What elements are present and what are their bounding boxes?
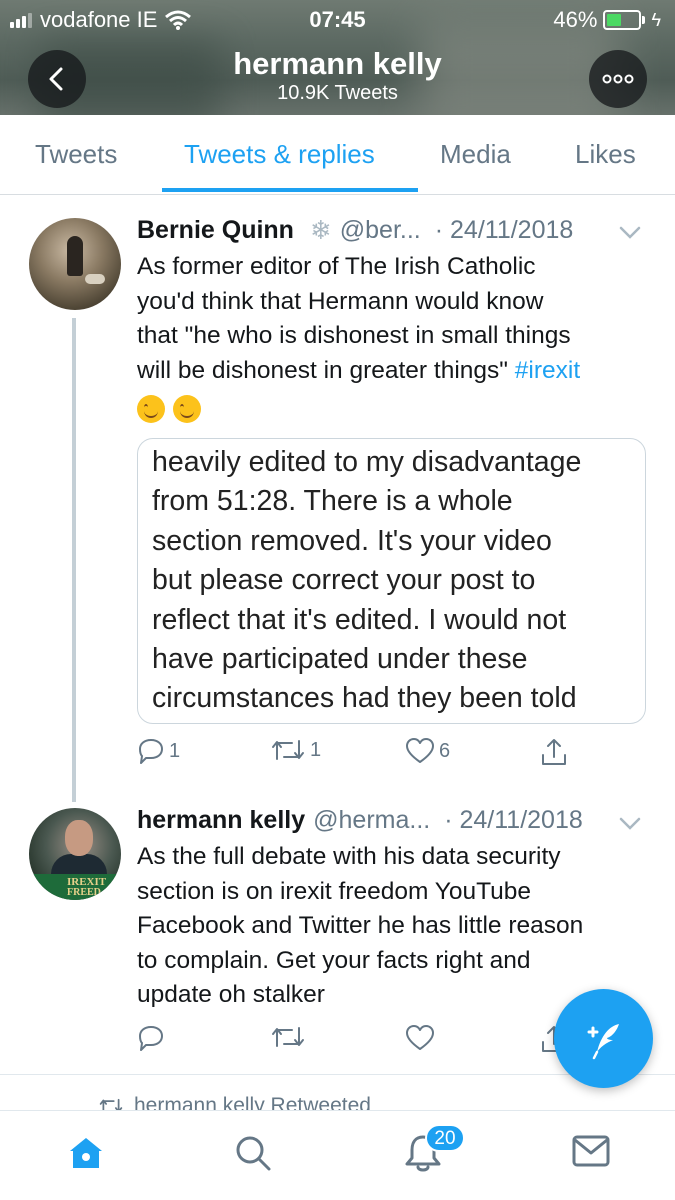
tab-likes[interactable]: Likes [575,139,636,170]
profile-header: vodafone IE 07:45 46% ϟ hermann kelly 10… [0,0,675,115]
heart-icon [406,1025,434,1050]
snowflake-icon: ❄ [309,215,332,245]
tweet-text-line: will be dishonest in greater things" #ir… [137,354,657,389]
tweet-text-line: As former editor of The Irish Catholic [137,253,536,280]
reply-button[interactable]: 1 [137,737,180,765]
chevron-down-icon[interactable] [619,220,641,246]
compose-tweet-button[interactable] [554,989,653,1088]
tweet-text-line: As the full debate with his data securit… [137,843,561,870]
retweet-icon [272,1027,304,1047]
quote-line: but please correct your post to [152,564,536,597]
tweet-actions: 1 1 6 [137,737,597,771]
tweet-count: 10.9K Tweets [277,82,398,104]
share-icon [542,739,566,765]
quote-line: reflect that it's edited. I would not [152,603,567,636]
quoted-image[interactable]: heavily edited to my disadvantage from 5… [137,438,646,724]
search-icon [236,1136,271,1171]
quote-line: have participated under these [152,643,528,676]
active-tab-indicator [162,188,418,192]
smiling-face-emoji [137,394,165,423]
tweet-header: hermann kelly @herma... · 24/11/2018 [137,806,583,835]
battery-status: 46% ϟ [553,7,661,33]
retweet-count: 1 [310,738,322,761]
author-handle[interactable]: @herma... [313,806,430,835]
mail-icon [572,1135,610,1167]
tab-tweets[interactable]: Tweets [35,139,117,170]
tweet-text-line: section is on irexit freedom YouTube [137,877,532,905]
more-button[interactable] [589,50,647,108]
nav-search[interactable] [233,1133,273,1178]
profile-name: hermann kelly [233,46,442,81]
emoji-line [137,388,657,424]
nav-messages[interactable] [571,1133,611,1174]
hashtag-link[interactable]: #irexit [515,357,580,384]
tweet-date: · 24/11/2018 [434,216,574,244]
profile-tabs: Tweets Tweets & replies Media Likes [0,115,675,195]
tweet-header: Bernie Quinn ❄ @ber... · 24/11/2018 [137,215,573,246]
quoted-image-text: heavily edited to my disadvantage from 5… [152,443,642,719]
quote-line: circumstances had they been told [152,682,577,715]
tweet-text-line: to complain. Get your facts right and [137,946,531,974]
tab-tweets-replies[interactable]: Tweets & replies [184,139,375,170]
tweet-text-line: that "he who is dishonest in small thing… [137,322,571,349]
battery-icon [603,10,642,30]
status-bar: vodafone IE 07:45 46% ϟ [0,0,675,40]
chevron-down-icon[interactable] [619,811,641,837]
like-button[interactable] [405,1024,435,1052]
charging-icon: ϟ [651,9,661,30]
nav-home[interactable] [66,1133,106,1178]
tweet-text: As the full debate with his data securit… [137,840,657,1013]
author-name[interactable]: Bernie Quinn [137,216,294,245]
tweet-actions [137,1024,597,1058]
like-button[interactable]: 6 [405,737,450,765]
quote-line: heavily edited to my disadvantage [152,446,582,478]
quote-line: from 51:28. There is a whole [152,485,513,518]
more-icon [602,74,634,84]
avatar-logo-text: IREXIT FREED [67,876,107,898]
avatar[interactable] [29,218,121,310]
reply-button[interactable] [137,1024,165,1052]
reply-icon [139,1026,163,1051]
tweet-text-line: Facebook and Twitter he has little reaso… [137,912,584,939]
tab-media[interactable]: Media [440,139,511,170]
quote-line: section removed. It's your video [152,524,552,557]
heart-icon [406,738,434,763]
author-handle[interactable]: @ber... [340,216,421,245]
retweet-button[interactable]: 1 [270,737,321,763]
like-count: 6 [439,739,451,762]
tweet-text-line: you'd think that Hermann would know [137,287,544,315]
smiling-face-emoji [173,394,201,423]
author-name[interactable]: hermann kelly [137,806,305,835]
tweet-date: · 24/11/2018 [444,806,583,834]
retweet-button[interactable] [270,1024,306,1050]
avatar[interactable]: IREXIT FREED [29,808,121,900]
bottom-navigation [0,1110,675,1200]
tweet-text: As former editor of The Irish Catholic y… [137,250,657,424]
share-button[interactable] [540,737,568,767]
reply-icon [139,739,163,764]
compose-feather-icon [587,1023,619,1059]
battery-percent: 46% [553,7,598,32]
thread-line [72,318,76,802]
retweet-icon [272,740,304,760]
notifications-badge: 20 [425,1124,465,1152]
tweet-text-fragment: will be dishonest in greater things" [137,356,508,384]
reply-count: 1 [169,739,181,762]
home-icon [70,1138,102,1168]
